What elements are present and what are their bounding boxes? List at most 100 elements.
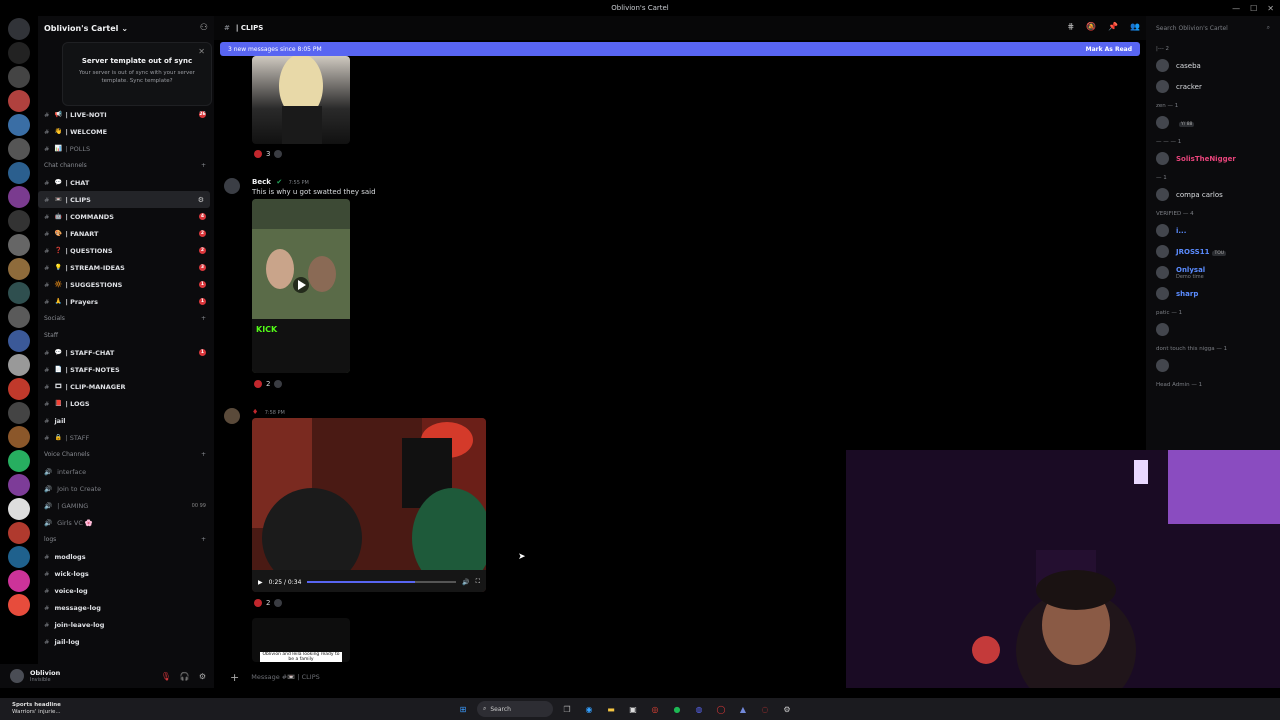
server-icon[interactable] — [8, 426, 30, 448]
channel-item[interactable]: 🔊 Join to Create — [38, 480, 214, 497]
attachment-image[interactable]: Oblivion and leila looking ready to be a… — [252, 618, 350, 662]
channel-item[interactable]: # 💬 | STAFF-CHAT 1 — [38, 344, 214, 361]
channel-item[interactable]: # 📊 | POLLS — [38, 140, 214, 157]
channel-item[interactable]: # 🤖 | COMMANDS 4 — [38, 208, 214, 225]
add-channel-icon[interactable]: + — [201, 315, 206, 322]
store-icon[interactable]: ▣ — [625, 701, 641, 717]
edge-icon[interactable]: ◉ — [581, 701, 597, 717]
new-messages-bar[interactable]: 3 new messages since 8:05 PM Mark As Rea… — [220, 42, 1140, 56]
member-item[interactable]: Y/ 88 — [1146, 112, 1280, 133]
home-icon[interactable] — [8, 18, 30, 40]
channel-item[interactable]: # 🙏 | Prayers 1 — [38, 293, 214, 310]
channel-item[interactable]: 🔊 Girls VC 🌸 — [38, 514, 214, 531]
server-icon[interactable] — [8, 114, 30, 136]
taskbar-search[interactable]: ⌕ Search — [477, 701, 553, 717]
guild-header[interactable]: Oblivion's Cartel ⌄ ⚇ — [38, 16, 214, 40]
channel-item[interactable]: # voice-log — [38, 582, 214, 599]
add-channel-icon[interactable]: + — [201, 536, 206, 543]
search-input[interactable]: Search Oblivion's Cartel ⌕ — [1146, 16, 1280, 40]
channel-item[interactable]: # 💬 | CHAT — [38, 174, 214, 191]
mark-as-read-button[interactable]: Mark As Read — [1086, 46, 1132, 53]
add-reaction-icon[interactable] — [274, 599, 283, 607]
video-progress[interactable] — [307, 581, 457, 583]
member-item[interactable] — [1146, 319, 1280, 340]
channel-item[interactable]: # 🎞 | CLIP-MANAGER — [38, 378, 214, 395]
gear-icon[interactable]: ⚙ — [199, 672, 206, 681]
members-icon[interactable]: 👥 — [1130, 22, 1140, 31]
category-logs[interactable]: logs + — [38, 531, 214, 548]
attachment-image[interactable] — [252, 56, 350, 144]
server-icon[interactable] — [8, 474, 30, 496]
news-widget[interactable]: Sports headline Warriors' injurie... — [12, 702, 61, 716]
reaction-chip[interactable]: 2 — [254, 380, 283, 388]
member-item[interactable] — [1146, 355, 1280, 376]
channel-item[interactable]: # join-leave-log — [38, 616, 214, 633]
server-icon[interactable] — [8, 306, 30, 328]
member-item[interactable]: Onlysal Demo time — [1146, 262, 1280, 283]
app-icon[interactable]: ◯ — [713, 701, 729, 717]
channel-item[interactable]: # 🔒 | STAFF — [38, 429, 214, 446]
channel-item[interactable]: # ❓ | QUESTIONS 2 — [38, 242, 214, 259]
volume-icon[interactable]: 🔊 — [462, 579, 469, 586]
add-reaction-icon[interactable] — [274, 150, 283, 158]
server-icon[interactable] — [8, 138, 30, 160]
server-icon[interactable] — [8, 570, 30, 592]
member-item[interactable]: cracker — [1146, 76, 1280, 97]
composer-input[interactable]: Message #📼 | CLIPS — [251, 673, 320, 681]
folder-icon[interactable]: ▬ — [603, 701, 619, 717]
start-icon[interactable]: ⊞ — [455, 701, 471, 717]
plus-icon[interactable]: + — [230, 671, 239, 684]
user-panel[interactable]: Oblivion Invisible 🎙 🎧 ⚙ — [0, 664, 214, 688]
server-icon[interactable] — [8, 330, 30, 352]
pin-icon[interactable]: 📌 — [1108, 22, 1118, 31]
message-author[interactable]: Beck ✔ 7:55 PM — [252, 178, 309, 186]
channel-item[interactable]: # modlogs — [38, 548, 214, 565]
member-item[interactable]: JROSS11 TOU — [1146, 241, 1280, 262]
channel-item[interactable]: # 📼 | CLIPS ⚙ — [38, 191, 210, 208]
discord-icon[interactable]: ◍ — [691, 701, 707, 717]
server-icon[interactable] — [8, 450, 30, 472]
server-icon[interactable] — [8, 162, 30, 184]
fullscreen-icon[interactable]: ⛶ — [476, 578, 480, 586]
member-item[interactable]: SolisTheNigger — [1146, 148, 1280, 169]
member-item[interactable]: i... — [1146, 220, 1280, 241]
category-voice[interactable]: Voice Channels + — [38, 446, 214, 463]
chrome-icon[interactable]: ◎ — [647, 701, 663, 717]
channel-item[interactable]: # 📢 | LIVE-NOTI 26 — [38, 106, 214, 123]
app-icon[interactable]: ▲ — [735, 701, 751, 717]
category-socials[interactable]: Socials + — [38, 310, 214, 327]
channel-item[interactable]: # 💡 | STREAM-IDEAS 3 — [38, 259, 214, 276]
play-icon[interactable]: ▶ — [258, 579, 263, 586]
add-channel-icon[interactable]: + — [201, 451, 206, 458]
channel-item[interactable]: 🔊 | GAMING 00 99 — [38, 497, 214, 514]
spotify-icon[interactable]: ● — [669, 701, 685, 717]
channel-item[interactable]: # 👋 | WELCOME — [38, 123, 214, 140]
maximize-icon[interactable]: ☐ — [1250, 4, 1257, 13]
template-sync-toast[interactable]: ✕ Server template out of sync Your serve… — [62, 42, 212, 106]
close-icon[interactable]: ✕ — [198, 47, 205, 56]
threads-icon[interactable]: ⋕ — [1067, 22, 1074, 31]
attachment-video[interactable]: KICK — [252, 199, 350, 373]
channel-item[interactable]: # 📄 | STAFF-NOTES — [38, 361, 214, 378]
server-icon[interactable] — [8, 258, 30, 280]
server-icon[interactable] — [8, 354, 30, 376]
member-item[interactable]: compa carlos — [1146, 184, 1280, 205]
gear-icon[interactable]: ⚙ — [198, 196, 204, 204]
avatar[interactable] — [224, 178, 240, 194]
add-channel-icon[interactable]: + — [201, 162, 206, 169]
channel-item[interactable]: 🔊 interface — [38, 463, 214, 480]
mic-muted-icon[interactable]: 🎙 — [161, 672, 171, 681]
add-reaction-icon[interactable] — [274, 380, 283, 388]
channel-item[interactable]: # jail-log — [38, 633, 214, 650]
server-icon[interactable] — [8, 498, 30, 520]
message-author[interactable]: ♦ 7:58 PM — [252, 408, 285, 416]
server-icon[interactable] — [8, 282, 30, 304]
headset-muted-icon[interactable]: 🎧 — [180, 672, 190, 681]
avatar[interactable] — [224, 408, 240, 424]
avatar[interactable] — [10, 669, 24, 683]
server-icon[interactable] — [8, 210, 30, 232]
member-item[interactable]: sharp — [1146, 283, 1280, 304]
add-member-icon[interactable]: ⚇ — [200, 23, 208, 33]
member-item[interactable]: caseba — [1146, 55, 1280, 76]
server-icon[interactable] — [8, 90, 30, 112]
